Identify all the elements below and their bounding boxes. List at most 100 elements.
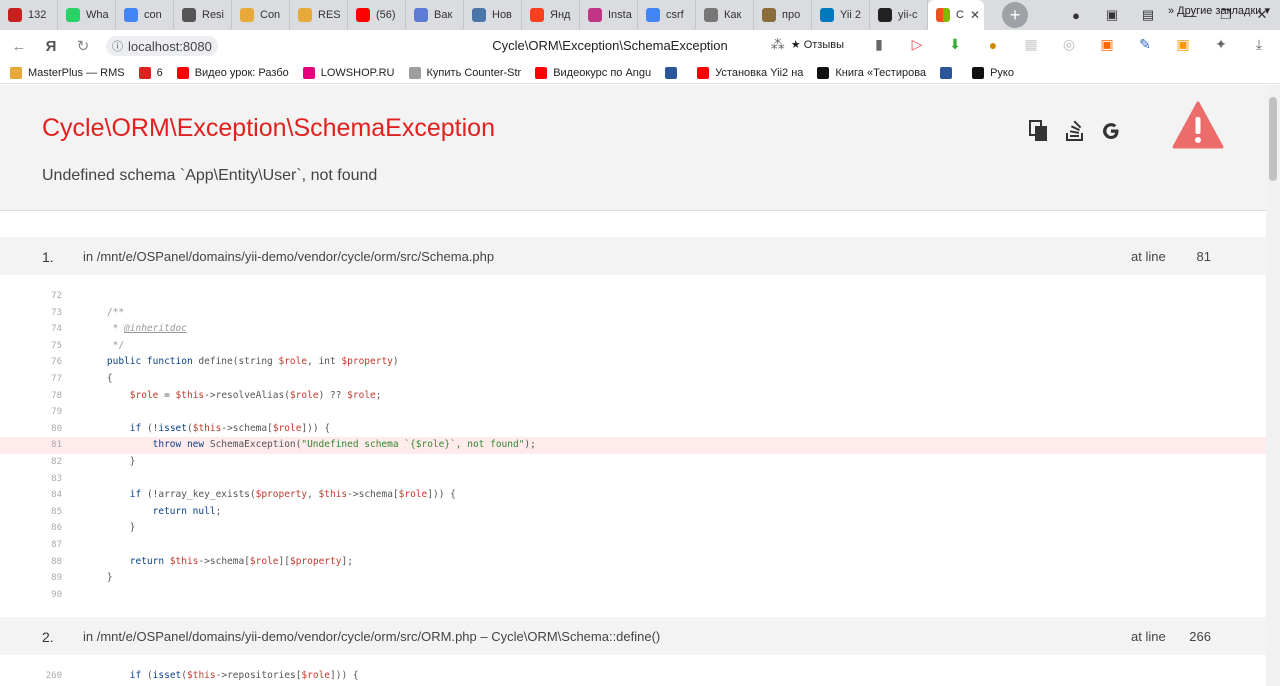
browser-tab[interactable]: 132	[0, 0, 58, 30]
extension-orange-icon[interactable]: ▣	[1170, 36, 1196, 53]
yandex-icon[interactable]: Я	[38, 38, 64, 55]
url-field[interactable]: ⓘ localhost:8080	[106, 36, 218, 56]
stackoverflow-icon[interactable]	[1064, 120, 1086, 142]
tab-label: csrf	[666, 9, 684, 21]
site-info-icon[interactable]: ⓘ	[112, 38, 123, 54]
scrollbar-thumb[interactable]	[1269, 97, 1277, 181]
browser-tab[interactable]: Нов	[464, 0, 522, 30]
bookmark-item[interactable]: Установка Yii2 на	[697, 66, 803, 79]
bookmark-item[interactable]: Видеокурс по Angu	[535, 66, 652, 79]
bookmark-favicon-icon	[940, 66, 953, 79]
extension-picker-icon[interactable]: ✎	[1132, 36, 1158, 53]
bookmark-label: 6	[156, 66, 163, 79]
user-icon[interactable]: ●	[1058, 8, 1094, 23]
tab-label: RES	[318, 9, 341, 21]
url-text: localhost:8080	[128, 38, 212, 54]
tab-label: 132	[28, 9, 47, 21]
bookmark-item[interactable]	[665, 66, 683, 79]
bookmark-item[interactable]: MasterPlus — RMS	[10, 66, 125, 79]
header-actions	[1028, 120, 1122, 142]
code-line: 89 }	[51, 572, 113, 584]
browser-tab[interactable]: RES	[290, 0, 348, 30]
extension-download-icon[interactable]: ⬇	[942, 36, 968, 53]
browser-tab[interactable]: Как	[696, 0, 754, 30]
code-line: 90	[51, 589, 62, 600]
code-line: 84 if (!array_key_exists($property, $thi…	[51, 489, 456, 501]
google-icon[interactable]	[1100, 120, 1122, 142]
tab-favicon-icon	[298, 8, 312, 22]
extension-red-icon[interactable]: ▷	[904, 36, 930, 53]
translate-icon[interactable]: ⁂	[765, 36, 791, 53]
extension-cookie-icon[interactable]: ●	[980, 37, 1006, 53]
toolbar-right: ⁂ ★ Отзывы ▮ ▷ ⬇ ● ▦ ◎ ▣ ✎ ▣ ✦ ⤓	[753, 36, 1272, 53]
stack-frame-header[interactable]: 2. in /mnt/e/OSPanel/domains/yii-demo/ve…	[0, 617, 1266, 655]
browser-tab[interactable]: con	[116, 0, 174, 30]
code-line: 80 if (!isset($this->schema[$role])) {	[51, 422, 331, 434]
tab-favicon-icon	[646, 8, 660, 22]
bookmark-favicon-icon	[817, 66, 830, 79]
notifications-icon[interactable]: ▤	[1130, 7, 1166, 23]
bookmark-icon[interactable]: ▮	[866, 36, 892, 53]
bookmarks-bar: MasterPlus — RMS 6 Видео урок: Разбо LOWSHO…	[0, 62, 1280, 84]
page-scrollbar[interactable]	[1266, 85, 1280, 686]
browser-tab[interactable]: (56)	[348, 0, 406, 30]
frame-number: 1.	[42, 249, 54, 265]
new-tab-button[interactable]: +	[1002, 2, 1028, 28]
browser-tab[interactable]: Con	[232, 0, 290, 30]
bookmark-label: LOWSHOP.RU	[320, 66, 395, 79]
frame-file-path: in /mnt/e/OSPanel/domains/yii-demo/vendo…	[83, 629, 661, 644]
tab-label: yii-c	[898, 9, 918, 21]
bookmark-favicon-icon	[302, 66, 315, 79]
extension-puzzle-icon[interactable]: ✦	[1208, 36, 1234, 53]
browser-tab[interactable]: Янд	[522, 0, 580, 30]
collections-icon[interactable]: ▣	[1094, 7, 1130, 23]
bookmark-label: Видеокурс по Angu	[553, 66, 652, 79]
bookmark-favicon-icon	[10, 66, 22, 79]
other-bookmarks[interactable]: » Другие закладки ▾	[1168, 4, 1270, 17]
bookmark-item[interactable]: Руко	[972, 66, 1014, 79]
code-line: 74 * @inheritdoc	[51, 323, 187, 335]
code-line: 86 }	[51, 522, 136, 534]
copy-icon[interactable]	[1028, 120, 1050, 142]
error-header: Cycle\ORM\Exception\SchemaException Unde…	[0, 85, 1266, 211]
browser-tab-active[interactable]: C ✕	[928, 0, 984, 30]
stack-frame-header[interactable]: 1. in /mnt/e/OSPanel/domains/yii-demo/ve…	[0, 237, 1266, 275]
bookmark-favicon-icon	[665, 66, 678, 79]
extension-mi-icon[interactable]: ▣	[1094, 36, 1120, 53]
bookmark-item[interactable]: LOWSHOP.RU	[302, 66, 395, 79]
tab-favicon-icon	[124, 8, 138, 22]
code-line: 87	[51, 539, 62, 550]
bookmark-item[interactable]	[940, 66, 958, 79]
extension-circle-icon[interactable]: ◎	[1056, 36, 1082, 53]
bookmark-favicon-icon	[176, 66, 189, 79]
downloads-icon[interactable]: ⤓	[1246, 36, 1272, 53]
browser-tab[interactable]: про	[754, 0, 812, 30]
frame-line-number: 266	[1189, 629, 1211, 644]
bookmark-item[interactable]: Книга «Тестирова	[817, 66, 926, 79]
code-line: 79	[51, 407, 62, 418]
browser-tab[interactable]: Yii 2	[812, 0, 870, 30]
code-line: 88 return $this->schema[$role][$property…	[51, 555, 353, 567]
tab-label: C	[956, 9, 964, 21]
bookmark-item[interactable]: Купить Counter-Str	[408, 66, 522, 79]
browser-tab[interactable]: Resi	[174, 0, 232, 30]
frame-file-path: in /mnt/e/OSPanel/domains/yii-demo/vendo…	[83, 249, 495, 264]
extension-grid-icon[interactable]: ▦	[1018, 36, 1044, 53]
feedback-button[interactable]: ★ Отзывы	[791, 38, 844, 51]
bookmark-item[interactable]: 6	[138, 66, 163, 79]
code-line: 78 $role = $this->resolveAlias($role) ??…	[51, 389, 382, 401]
browser-tab[interactable]: Вак	[406, 0, 464, 30]
code-line: 260 if (isset($this->repositories[$role]…	[45, 670, 359, 681]
browser-tab[interactable]: Wha	[58, 0, 116, 30]
code-snippet: 72 73 /** 74 * @inheritdoc 75 */ 76 publ…	[0, 288, 1266, 603]
browser-tab[interactable]: Insta	[580, 0, 638, 30]
back-icon[interactable]: ←	[6, 38, 32, 55]
page-content: Cycle\ORM\Exception\SchemaException Unde…	[0, 85, 1266, 686]
browser-tab[interactable]: csrf	[638, 0, 696, 30]
browser-tab[interactable]: yii-c	[870, 0, 928, 30]
close-tab-icon[interactable]: ✕	[970, 8, 980, 22]
reload-icon[interactable]: ↻	[70, 37, 96, 55]
bookmark-label: Купить Counter-Str	[426, 66, 522, 79]
tab-label: Wha	[86, 9, 109, 21]
bookmark-item[interactable]: Видео урок: Разбо	[176, 66, 289, 79]
